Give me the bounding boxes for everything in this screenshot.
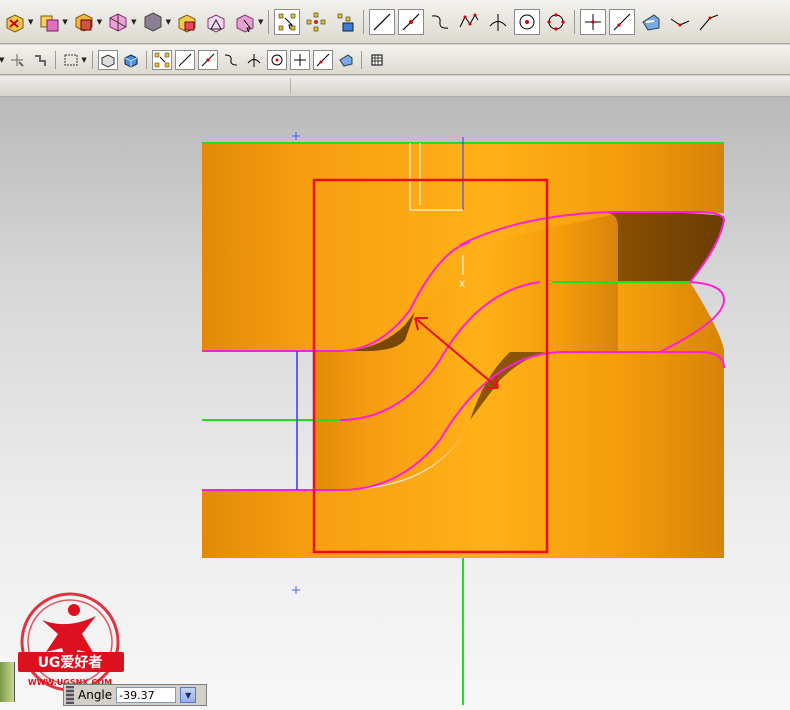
toolbar-separator	[574, 9, 576, 34]
toolbar-separator	[145, 50, 147, 69]
grid-icon[interactable]	[367, 50, 387, 70]
point-marker-bottom	[292, 586, 300, 594]
curve-icon[interactable]	[221, 50, 241, 70]
intersection-icon[interactable]	[244, 50, 264, 70]
tab-bar	[0, 76, 790, 97]
chevron-down-icon[interactable]: ▼	[166, 18, 171, 26]
curve-icon[interactable]	[427, 9, 453, 35]
cross-icon[interactable]	[289, 49, 310, 70]
cross-icon[interactable]	[580, 8, 607, 35]
diagonal-icon[interactable]	[312, 49, 333, 70]
view-icon[interactable]	[638, 9, 664, 35]
slot-shadow-face	[606, 212, 724, 282]
point-marker-top	[292, 132, 300, 140]
snap-endpoint-icon[interactable]	[151, 49, 172, 70]
cube-frame-icon[interactable]	[105, 9, 131, 35]
chevron-down-icon[interactable]: ▼	[131, 18, 136, 26]
cube-layers-icon[interactable]	[36, 9, 62, 35]
spline-icon[interactable]	[456, 9, 482, 35]
logo-brand-text: UG爱好者	[38, 654, 103, 671]
intersection-icon[interactable]	[485, 9, 511, 35]
line-point-icon[interactable]	[398, 8, 425, 35]
cube-move-icon[interactable]	[174, 9, 200, 35]
slope-icon[interactable]	[696, 9, 722, 35]
angle-icon[interactable]	[667, 9, 693, 35]
panel-grip-icon[interactable]	[66, 686, 74, 704]
cube-select-icon[interactable]	[232, 9, 258, 35]
view-cube-icon[interactable]	[121, 50, 141, 70]
view-icon[interactable]	[336, 50, 356, 70]
view-shaded-icon[interactable]	[97, 49, 118, 70]
chevron-down-icon[interactable]: ▼	[180, 687, 197, 703]
chevron-down-icon[interactable]: ▼	[0, 56, 4, 64]
selection-toolbar: ▼ ▼	[0, 45, 790, 75]
triad-x-label: X	[459, 280, 465, 290]
cube-triangle-icon[interactable]	[203, 9, 229, 35]
sphere-icon[interactable]	[140, 9, 166, 35]
select-box-icon[interactable]	[61, 50, 81, 70]
snap-point-icon[interactable]	[7, 50, 27, 70]
toolbar-separator	[360, 50, 362, 69]
snap-grid-icon[interactable]	[303, 9, 329, 35]
toolbar-separator	[268, 9, 270, 34]
chevron-down-icon[interactable]: ▼	[97, 18, 102, 26]
snap-intersection-icon[interactable]	[30, 50, 50, 70]
toolbar-separator	[55, 50, 57, 69]
sidebar-handle[interactable]	[0, 662, 15, 702]
line-point-icon[interactable]	[197, 49, 218, 70]
main-toolbar: ▼ ▼ ▼ ▼ ▼ ▼	[0, 0, 790, 44]
toolbar-separator	[363, 9, 365, 34]
chevron-down-icon[interactable]: ▼	[258, 18, 263, 26]
angle-label: Angle	[78, 688, 113, 702]
chevron-down-icon[interactable]: ▼	[81, 56, 86, 64]
chevron-down-icon[interactable]: ▼	[62, 18, 67, 26]
circle-quadrant-icon[interactable]	[543, 9, 569, 35]
angle-field[interactable]	[116, 687, 177, 703]
snap-endpoint-icon[interactable]	[274, 8, 301, 35]
line-icon[interactable]	[369, 8, 396, 35]
snap-point-icon[interactable]	[332, 9, 358, 35]
toolbar-separator	[91, 50, 93, 69]
cube-copy-icon[interactable]	[2, 9, 28, 35]
circle-center-icon[interactable]	[266, 49, 287, 70]
chevron-down-icon[interactable]: ▼	[28, 18, 33, 26]
diagonal-icon[interactable]	[609, 8, 636, 35]
line-icon[interactable]	[174, 49, 195, 70]
tab-divider	[290, 78, 291, 94]
cube-stack-icon[interactable]	[71, 9, 97, 35]
angle-input-panel: Angle ▼	[63, 684, 207, 706]
circle-center-icon[interactable]	[514, 8, 541, 35]
